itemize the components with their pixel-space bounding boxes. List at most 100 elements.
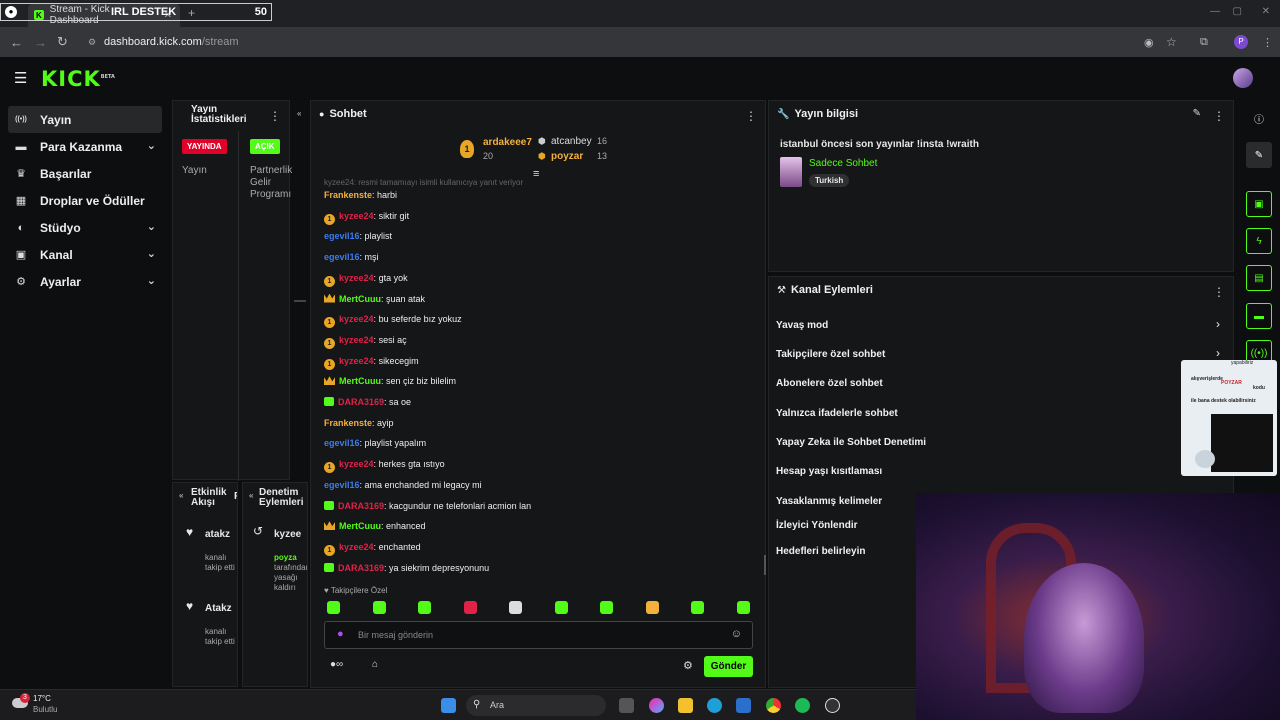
chat-username[interactable]: MertCuuu (339, 376, 381, 386)
profile-avatar[interactable]: P (1234, 35, 1248, 49)
rail-bolt-icon[interactable]: ϟ (1246, 228, 1272, 254)
chat-username[interactable]: egevil16 (324, 252, 360, 262)
edit-pencil-icon[interactable]: ✎ (1193, 108, 1201, 119)
chevron-right-icon[interactable]: › (1216, 317, 1220, 331)
rail-camera-icon[interactable]: ▣ (1246, 191, 1272, 217)
extensions-icon[interactable]: ⧉ (1200, 36, 1208, 49)
chat-username[interactable]: egevil16 (324, 438, 360, 448)
bookmark-star-icon[interactable]: ☆ (1166, 35, 1177, 49)
activity-event-name[interactable]: atakz (205, 529, 230, 540)
activity-collapse-icon[interactable]: « (179, 491, 183, 500)
hide-eye-icon[interactable]: ◉ (1144, 36, 1154, 49)
address-bar[interactable]: ⚙ dashboard.kick.com/stream (82, 31, 1262, 53)
chat-username[interactable]: DARA3169 (338, 563, 384, 573)
microphone-icon[interactable]: ● (337, 628, 344, 640)
channel-action-item[interactable]: Yavaş mod (776, 320, 828, 331)
emote-icon[interactable] (463, 601, 477, 614)
emote-icon[interactable] (600, 601, 613, 614)
chat-username[interactable]: egevil16 (324, 231, 360, 241)
channel-action-item[interactable]: Yasaklanmış kelimeler (776, 496, 882, 507)
send-button[interactable]: Gönder (704, 656, 753, 677)
mod-entry-name[interactable]: kyzee (274, 529, 301, 540)
chrome-icon[interactable] (766, 698, 781, 713)
category-link[interactable]: Sadece Sohbet (809, 158, 877, 169)
leader-name-2[interactable]: atcanbey (551, 136, 592, 147)
chat-message[interactable]: 1 kyzee24: herkes gta ıstıyo (324, 459, 445, 474)
obs-taskbar-icon[interactable] (825, 698, 840, 713)
chat-username[interactable]: kyzee24 (339, 542, 374, 552)
mod-collapse-icon[interactable]: « (249, 491, 253, 500)
channel-action-item[interactable]: Yalnızca ifadelerle sohbet (776, 408, 898, 419)
chat-settings-gear-icon[interactable]: ⚙ (683, 659, 693, 672)
chat-username[interactable]: DARA3169 (338, 501, 384, 511)
chat-username[interactable]: kyzee24 (339, 211, 374, 221)
emote-icon[interactable] (736, 601, 750, 614)
forward-icon[interactable]: → (34, 35, 47, 50)
hamburger-menu-icon[interactable]: ☰ (14, 69, 27, 87)
chevron-down-icon[interactable]: ⌄ (147, 220, 156, 233)
site-info-icon[interactable]: ⚙ (88, 37, 96, 48)
chat-username[interactable]: MertCuuu (339, 521, 381, 531)
chat-message[interactable]: 1 kyzee24: siktir git (324, 211, 409, 225)
new-tab-icon[interactable]: + (188, 6, 195, 20)
channel-action-item[interactable]: Takipçilere özel sohbet (776, 349, 885, 360)
browser-menu-icon[interactable]: ⋮ (1262, 36, 1273, 49)
chat-message[interactable]: egevil16: playlist yapalım (324, 438, 426, 448)
edit-layout-icon[interactable]: ✎ (1246, 142, 1272, 168)
info-icon[interactable]: ⓘ (1254, 111, 1264, 126)
channel-action-item[interactable]: Abonelere özel sohbet (776, 378, 883, 389)
chat-message[interactable]: Frankenste: ayip (324, 418, 394, 428)
windows-start-icon[interactable] (441, 698, 456, 713)
chat-username[interactable]: kyzee24 (339, 273, 374, 283)
leader-name-3[interactable]: poyzar (551, 151, 583, 162)
chat-input[interactable]: ● Bir mesaj gönderin ☺ (324, 621, 753, 649)
chat-message[interactable]: 1 kyzee24: sikecegim (324, 356, 419, 370)
chat-username[interactable]: MertCuuu (339, 294, 381, 304)
emote-icon[interactable] (509, 601, 522, 614)
chat-username[interactable]: egevil16 (324, 480, 360, 490)
chat-message[interactable]: 1 kyzee24: bu seferde bız yokuz (324, 314, 462, 329)
chat-message[interactable]: 1 kyzee24: gta yok (324, 273, 408, 287)
channel-action-item[interactable]: Yapay Zeka ile Sohbet Denetimi (776, 437, 926, 448)
user-avatar[interactable] (1233, 68, 1253, 88)
mod-entry-actor[interactable]: poyza (274, 553, 297, 562)
chat-scrollbar[interactable] (764, 555, 766, 575)
activity-tab-cut[interactable]: F (234, 491, 237, 502)
stats-menu-icon[interactable]: ⋮ (269, 109, 281, 123)
chat-message[interactable]: MertCuuu: sen çiz biz bilelim (324, 376, 456, 386)
emote-icon[interactable] (327, 601, 340, 614)
rail-chat-icon[interactable]: ▬ (1246, 303, 1272, 329)
activity-event-name[interactable]: Atakz (205, 603, 232, 614)
rail-clipboard-icon[interactable]: ▤ (1246, 265, 1272, 291)
emote-icon[interactable] (418, 601, 431, 614)
channel-action-item[interactable]: Hesap yaşı kısıtlaması (776, 466, 882, 477)
store-app-icon[interactable] (736, 698, 751, 713)
taskbar-search[interactable]: ⚲ Ara (466, 695, 606, 716)
chat-message[interactable]: egevil16: mşi (324, 252, 379, 262)
emote-icon[interactable] (372, 601, 386, 614)
channel-action-item[interactable]: İzleyici Yönlendir (776, 520, 858, 531)
close-window-icon[interactable]: ✕ (1262, 6, 1270, 17)
channel-actions-menu-icon[interactable]: ⋮ (1213, 285, 1225, 299)
sidebar-item[interactable]: ((•)) Yayın (8, 106, 162, 133)
sidebar-item[interactable]: ▬ Para Kazanma ⌄ (8, 133, 162, 160)
chat-message[interactable]: egevil16: ama enchanded mi legacy mi (324, 480, 482, 490)
chat-message[interactable]: DARA3169: kacgundur ne telefonlari acmio… (324, 500, 531, 511)
sidebar-item[interactable]: ◐ Stüdyo ⌄ (8, 214, 162, 241)
emote-icon[interactable] (691, 601, 704, 614)
chevron-down-icon[interactable]: ⌄ (147, 247, 156, 260)
emote-icon[interactable] (554, 601, 568, 614)
kick-logo[interactable]: KICKBETA (41, 67, 115, 91)
sidebar-item[interactable]: ▣ Kanal ⌄ (8, 241, 162, 268)
spotify-icon[interactable] (795, 698, 810, 713)
chevron-right-icon[interactable]: › (1216, 346, 1220, 360)
chat-message[interactable]: DARA3169: sa oe (324, 397, 411, 407)
chevron-down-icon[interactable]: ⌄ (147, 274, 156, 287)
maximize-icon[interactable]: ▢ (1233, 6, 1242, 17)
chat-message[interactable]: DARA3169: ya siekrim depresyonunu (324, 562, 489, 573)
chat-username[interactable]: kyzee24 (339, 459, 374, 469)
chat-username[interactable]: Frankenste (324, 190, 372, 200)
resize-handle[interactable] (294, 300, 306, 302)
chat-username[interactable]: kyzee24 (339, 356, 374, 366)
leader-name-1[interactable]: ardakeee7 (483, 137, 532, 148)
